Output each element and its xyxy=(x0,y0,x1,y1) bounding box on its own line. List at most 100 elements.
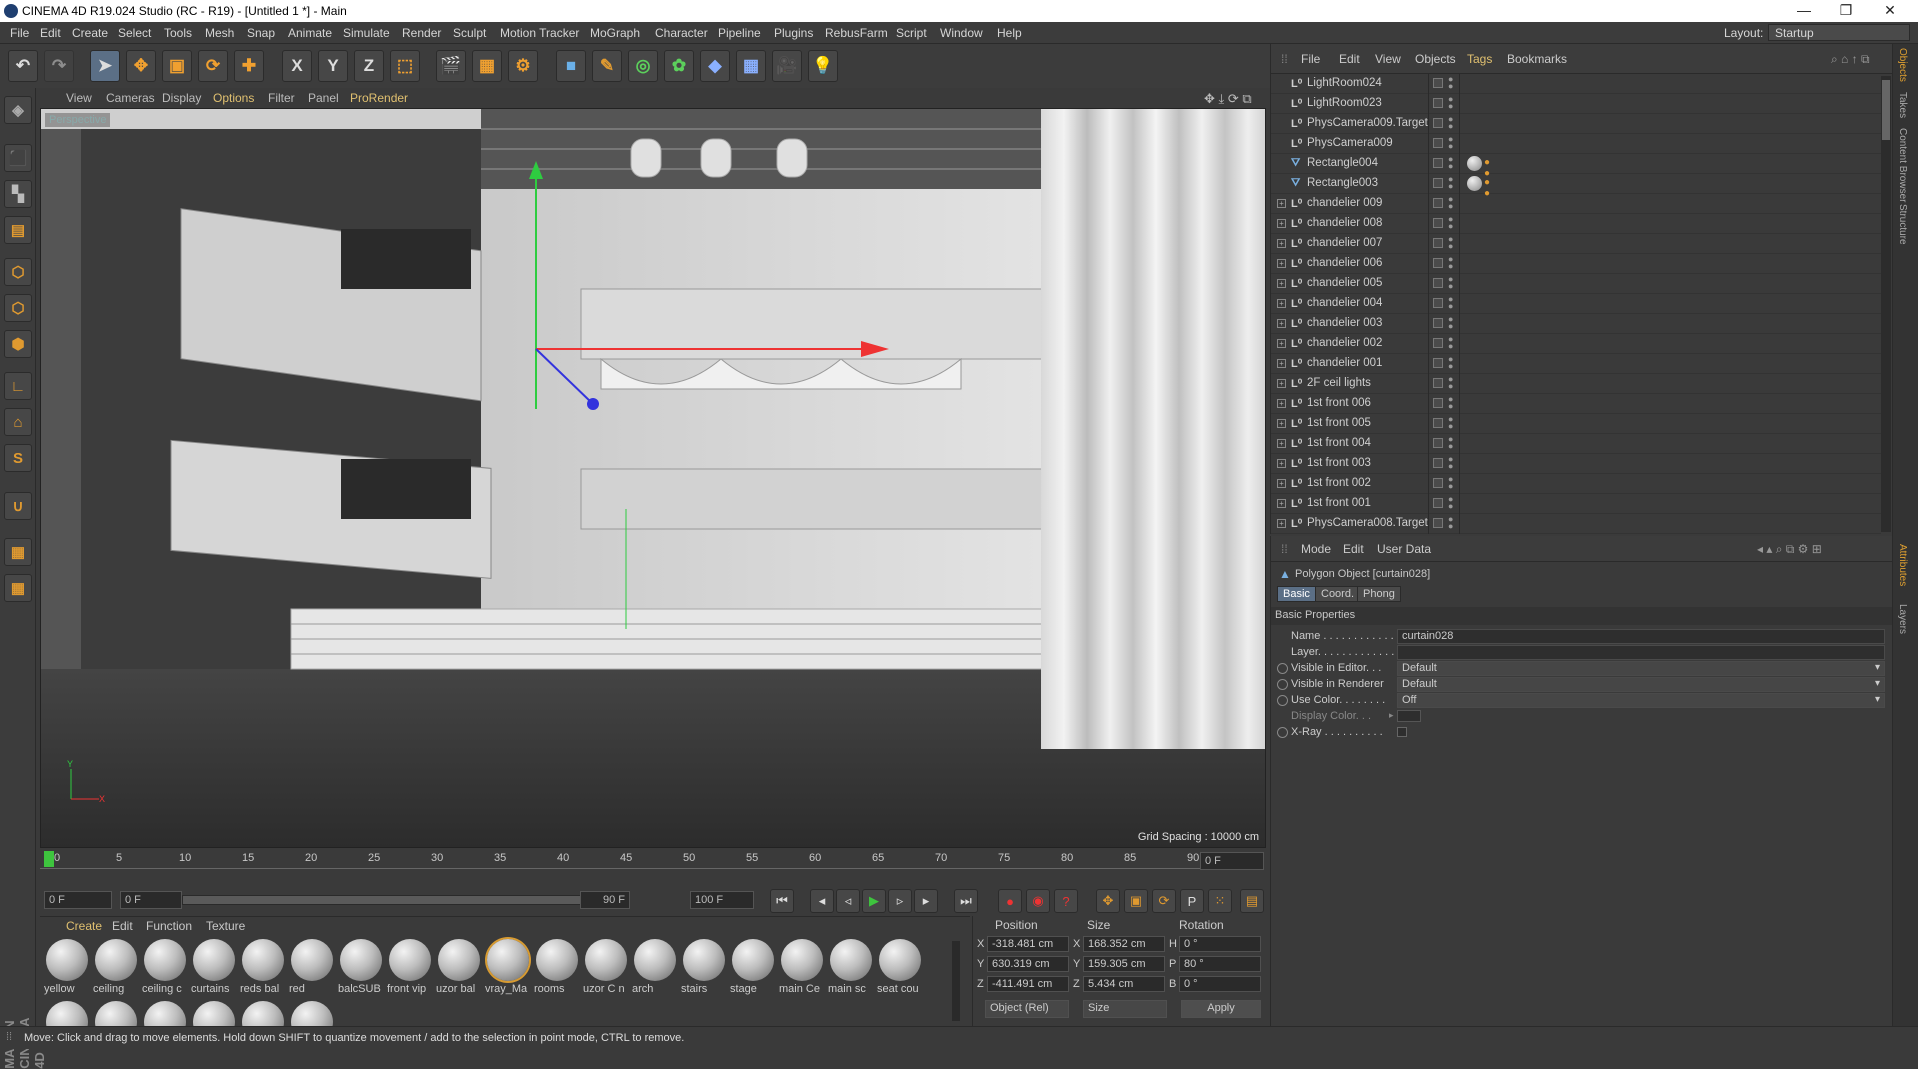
object-row[interactable]: + L⁰ chandelier 006 ● ● xyxy=(1271,254,1881,274)
visibility-dots-icon[interactable]: ● ● xyxy=(1448,515,1453,531)
visibility-dots-icon[interactable]: ● ● xyxy=(1448,275,1453,291)
sidetab-structure[interactable]: Structure xyxy=(1897,204,1908,245)
object-name[interactable]: 1st front 006 xyxy=(1307,397,1371,409)
play-button[interactable]: ▶ xyxy=(862,889,886,913)
layout-dropdown[interactable]: Startup xyxy=(1768,24,1910,41)
prev-key-button[interactable]: ◂ xyxy=(810,889,834,913)
sidetab-content-browser[interactable]: Content Browser xyxy=(1897,128,1908,202)
object-row[interactable]: + L⁰ 1st front 002 ● ● xyxy=(1271,474,1881,494)
layer-swatch-icon[interactable] xyxy=(1433,238,1443,248)
material-menu-edit[interactable]: Edit xyxy=(112,919,133,933)
viewport-menu-display[interactable]: Display xyxy=(162,91,201,105)
material-swatch[interactable] xyxy=(44,1001,90,1027)
property-field[interactable] xyxy=(1397,645,1885,660)
visibility-dots-icon[interactable]: ● ● xyxy=(1448,135,1453,151)
expand-toggle-icon[interactable]: + xyxy=(1277,279,1286,288)
deformer-button[interactable]: ◆ xyxy=(700,50,730,82)
viewport-camera-label[interactable]: Perspective xyxy=(45,113,111,127)
layer-swatch-icon[interactable] xyxy=(1433,298,1443,308)
viewport-menu-options[interactable]: Options xyxy=(213,91,254,105)
material-swatch[interactable]: arch xyxy=(632,939,678,999)
visibility-dots-icon[interactable]: ● ● xyxy=(1448,415,1453,431)
tab-phong[interactable]: Phong xyxy=(1357,586,1401,602)
expand-toggle-icon[interactable]: + xyxy=(1277,399,1286,408)
live-select-button[interactable]: ✚ xyxy=(234,50,264,82)
key-pla-button[interactable]: ⁙ xyxy=(1208,889,1232,913)
objects-search-icon[interactable]: ⌕ ⌂ ↑ ⧉ xyxy=(1831,52,1870,67)
render-picture-button[interactable]: ▦ xyxy=(472,50,502,82)
menu-file[interactable]: File xyxy=(10,26,29,40)
layer-swatch-icon[interactable] xyxy=(1433,518,1443,528)
grid-snap-button[interactable]: ▦ xyxy=(4,574,32,602)
expand-toggle-icon[interactable]: + xyxy=(1277,479,1286,488)
magnet-button[interactable]: ∪ xyxy=(4,492,32,520)
viewport-nav-icons[interactable]: ✥ ⤓ ⟳ ⧉ xyxy=(1204,91,1252,107)
expand-toggle-icon[interactable]: + xyxy=(1277,259,1286,268)
rotate-tool-button[interactable]: ⟳ xyxy=(198,50,228,82)
edges-mode-button[interactable]: ⬡ xyxy=(4,294,32,322)
object-row[interactable]: + L⁰ 2F ceil lights ● ● xyxy=(1271,374,1881,394)
menu-pipeline[interactable]: Pipeline xyxy=(718,26,761,40)
range-start-field[interactable]: 0 F xyxy=(120,891,182,909)
menu-mograph[interactable]: MoGraph xyxy=(590,26,640,40)
layer-swatch-icon[interactable] xyxy=(1433,98,1443,108)
object-name[interactable]: PhysCamera009 xyxy=(1307,137,1393,149)
object-row[interactable]: ⛛ Rectangle004 ● ● ● ● xyxy=(1271,154,1881,179)
material-swatch[interactable]: red xyxy=(289,939,335,999)
position-x-field[interactable]: -318.481 cm xyxy=(987,936,1069,952)
menu-mesh[interactable]: Mesh xyxy=(205,26,234,40)
expand-toggle-icon[interactable]: + xyxy=(1277,199,1286,208)
animate-radio-icon[interactable] xyxy=(1277,727,1288,738)
undo-button[interactable]: ↶ xyxy=(8,50,38,82)
layer-swatch-icon[interactable] xyxy=(1433,218,1443,228)
layer-swatch-icon[interactable] xyxy=(1433,338,1443,348)
visibility-dots-icon[interactable]: ● ● xyxy=(1448,475,1453,491)
cloner-button[interactable]: ✿ xyxy=(664,50,694,82)
start-frame-field[interactable]: 0 F xyxy=(44,891,112,909)
visibility-dots-icon[interactable]: ● ● xyxy=(1448,495,1453,511)
expand-toggle-icon[interactable]: + xyxy=(1277,319,1286,328)
object-row[interactable]: + L⁰ chandelier 008 ● ● xyxy=(1271,214,1881,234)
visibility-dots-icon[interactable]: ● ● xyxy=(1448,435,1453,451)
menu-help[interactable]: Help xyxy=(997,26,1022,40)
keyframe-selection-button[interactable]: ? xyxy=(1054,889,1078,913)
workplane-button[interactable]: ▤ xyxy=(4,216,32,244)
layer-swatch-icon[interactable] xyxy=(1433,78,1443,88)
polygons-mode-button[interactable]: ⬢ xyxy=(4,330,32,358)
visibility-dots-icon[interactable]: ● ● xyxy=(1448,375,1453,391)
object-name[interactable]: chandelier 003 xyxy=(1307,317,1382,329)
tab-coord[interactable]: Coord. xyxy=(1315,586,1361,602)
visibility-dots-icon[interactable]: ● ● xyxy=(1448,235,1453,251)
object-name[interactable]: 1st front 005 xyxy=(1307,417,1371,429)
tweak-mode-button[interactable]: ⌂ xyxy=(4,408,32,436)
material-menu-create[interactable]: Create xyxy=(66,919,102,933)
layer-swatch-icon[interactable] xyxy=(1433,478,1443,488)
menu-rebusfarm[interactable]: RebusFarm xyxy=(825,26,888,40)
sidetab-objects[interactable]: Objects xyxy=(1897,48,1908,82)
coord-system-button[interactable]: ⬚ xyxy=(390,50,420,82)
range-slider[interactable] xyxy=(182,895,592,905)
render-view-button[interactable]: 🎬 xyxy=(436,50,466,82)
expand-toggle-icon[interactable]: + xyxy=(1277,339,1286,348)
viewport-menu-panel[interactable]: Panel xyxy=(308,91,339,105)
material-swatch[interactable] xyxy=(191,1001,237,1027)
object-row[interactable]: L⁰ PhysCamera009.Target ● ● xyxy=(1271,114,1881,134)
menu-simulate[interactable]: Simulate xyxy=(343,26,390,40)
object-name[interactable]: 1st front 004 xyxy=(1307,437,1371,449)
material-swatch[interactable]: ceiling xyxy=(93,939,139,999)
material-swatch[interactable]: yellow xyxy=(44,939,90,999)
object-name[interactable]: PhysCamera008.Target xyxy=(1307,517,1428,529)
object-row[interactable]: + L⁰ 1st front 003 ● ● xyxy=(1271,454,1881,474)
x-axis-button[interactable]: X xyxy=(282,50,312,82)
attr-nav-icons[interactable]: ◂ ▴ ⌕ ⧉ ⚙ ⊞ xyxy=(1757,542,1822,557)
material-swatch[interactable]: uzor bal xyxy=(436,939,482,999)
redo-button[interactable]: ↷ xyxy=(44,50,74,82)
layer-swatch-icon[interactable] xyxy=(1433,458,1443,468)
rotation-p-field[interactable]: 80 ° xyxy=(1179,956,1261,972)
object-name[interactable]: Rectangle003 xyxy=(1307,177,1378,189)
layer-swatch-icon[interactable] xyxy=(1433,358,1443,368)
camera-button[interactable]: 🎥 xyxy=(772,50,802,82)
object-row[interactable]: L⁰ LightRoom023 ● ● xyxy=(1271,94,1881,114)
rotation-b-field[interactable]: 0 ° xyxy=(1179,976,1261,992)
material-swatch[interactable]: front vip xyxy=(387,939,433,999)
